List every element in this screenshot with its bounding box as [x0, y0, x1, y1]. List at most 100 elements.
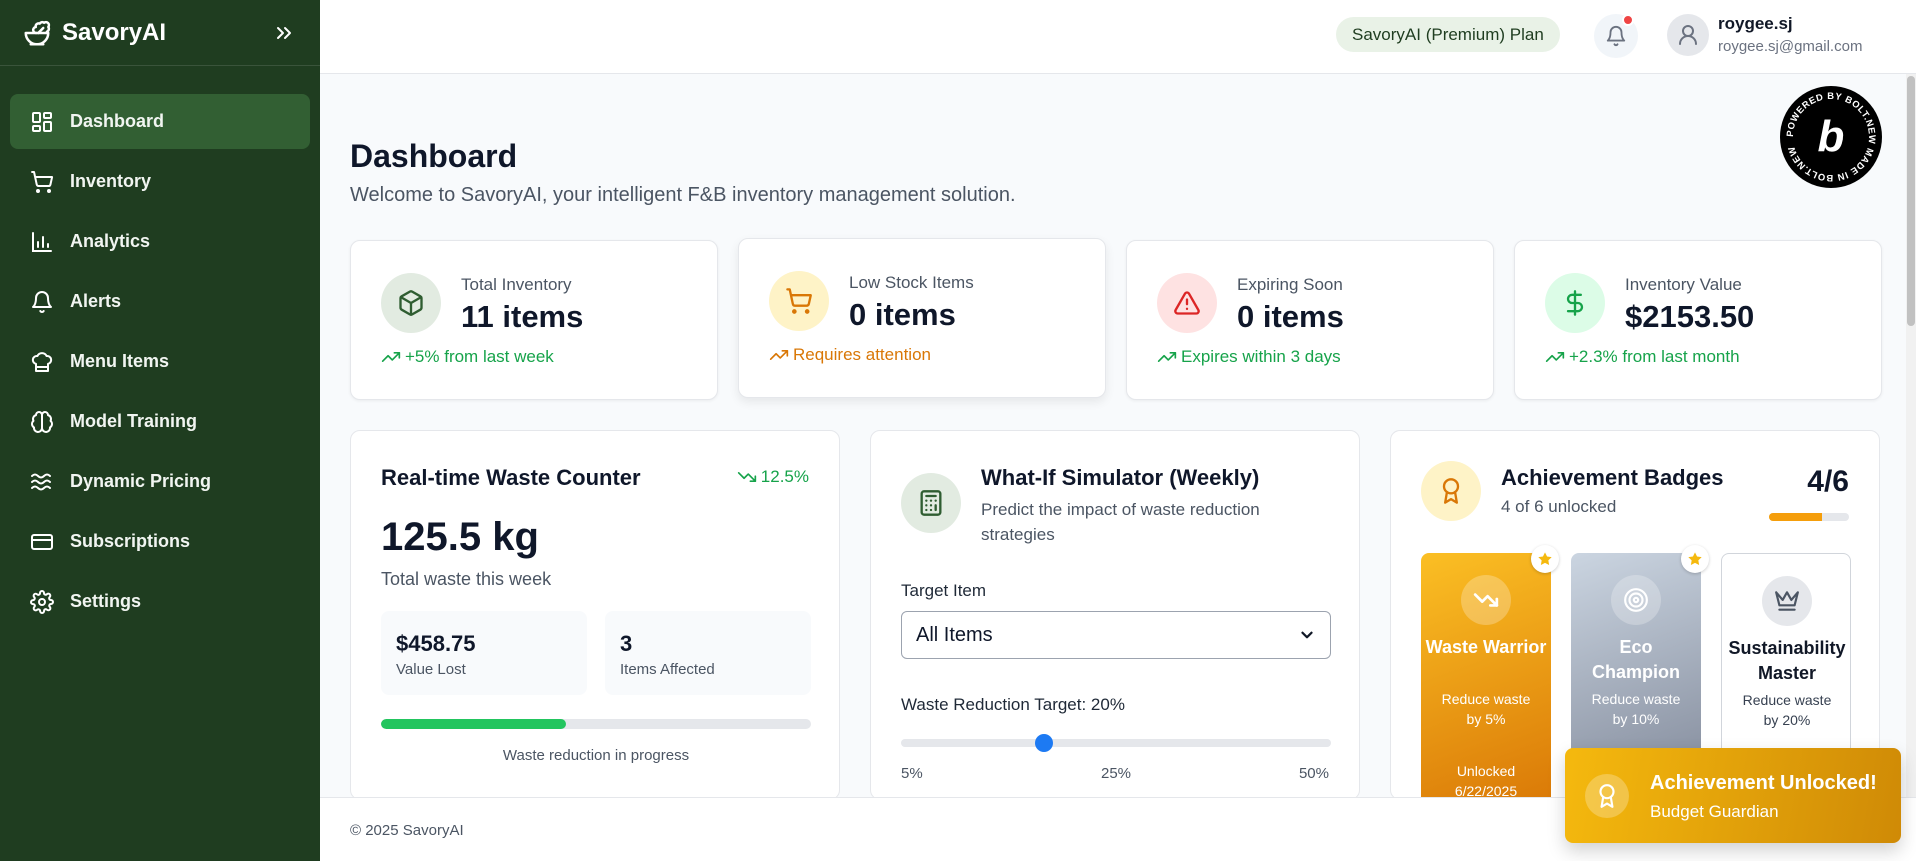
trend-up-icon	[769, 350, 789, 360]
page-subtitle: Welcome to SavoryAI, your intelligent F&…	[350, 184, 1016, 206]
waste-total-label: Total waste this week	[381, 569, 552, 589]
items-affected-box: 3 Items Affected	[605, 611, 811, 695]
waste-counter-panel: Real-time Waste Counter 12.5% 125.5 kg T…	[350, 430, 840, 797]
stat-icon-wrap	[381, 273, 441, 333]
sidebar-item-label: Alerts	[70, 291, 122, 311]
waste-trend: 12.5%	[737, 467, 809, 487]
sidebar-item-menu-items[interactable]: Menu Items	[10, 334, 310, 389]
sidebar-item-alerts[interactable]: Alerts	[10, 274, 310, 329]
main-content: POWERED BY BOLT.NEW MADE IN BOLT.NEW b D…	[320, 74, 1916, 797]
toast-icon-wrap	[1585, 774, 1629, 818]
value-lost-label: Value Lost	[396, 661, 466, 678]
dashboard-icon	[32, 111, 52, 132]
stat-icon-wrap	[769, 271, 829, 331]
achievements-progress-fill	[1769, 513, 1823, 521]
bolt-logo: POWERED BY BOLT.NEW MADE IN BOLT.NEW b	[1784, 90, 1878, 184]
sidebar-item-label: Menu Items	[70, 351, 170, 371]
user-icon	[1679, 25, 1697, 45]
sidebar-item-model-training[interactable]: Model Training	[10, 394, 310, 449]
sidebar-item-settings[interactable]: Settings	[10, 574, 310, 629]
sidebar-item-dashboard[interactable]: Dashboard	[10, 94, 310, 149]
waves-icon	[31, 473, 51, 490]
badge-date: Unlocked 6/22/2025	[1425, 761, 1547, 797]
bolt-badge-letter: b	[1818, 112, 1845, 161]
main-scrollbar[interactable]	[1906, 74, 1916, 797]
waste-trend-value: 12.5%	[760, 467, 809, 486]
sidebar-item-analytics[interactable]: Analytics	[10, 214, 310, 269]
sidebar-item-inventory[interactable]: Inventory	[10, 154, 310, 209]
brand-name: SavoryAI	[62, 18, 167, 46]
stat-card-expiring-soon: Expiring Soon 0 items Expires within 3 d…	[1126, 240, 1494, 400]
notifications-button[interactable]	[1594, 14, 1638, 58]
badge-emblem	[1461, 575, 1511, 625]
slider-tick-max: 50%	[1298, 765, 1329, 782]
sidebar: SavoryAI Dashboard Inventory Analytics A…	[0, 0, 320, 861]
badge-name: Sustainability Master	[1728, 638, 1846, 683]
items-affected-label: Items Affected	[620, 661, 715, 678]
target-item-label: Target Item	[901, 581, 987, 600]
stat-card-total-inventory: Total Inventory 11 items +5% from last w…	[350, 240, 718, 400]
user-email: roygee.sj@gmail.com	[1718, 38, 1863, 55]
trend-up-icon	[1545, 352, 1565, 362]
footer-copyright: © 2025 SavoryAI	[350, 822, 464, 839]
bell-icon	[1606, 26, 1626, 47]
slider-thumb[interactable]	[1035, 734, 1054, 752]
simulator-subtitle: Predict the impact of waste reduction st…	[981, 500, 1260, 544]
stat-label: Inventory Value	[1625, 275, 1742, 294]
avatar[interactable]	[1667, 14, 1709, 56]
sidebar-item-dynamic-pricing[interactable]: Dynamic Pricing	[10, 454, 310, 509]
badge-date-label: Unlocked	[1456, 763, 1516, 779]
slider-tick-min: 5%	[901, 765, 923, 782]
credit-card-icon	[31, 533, 53, 550]
waste-progress-fill	[381, 719, 566, 729]
value-lost-box: $458.75 Value Lost	[381, 611, 587, 695]
star-icon	[1531, 545, 1559, 573]
badge-desc: Reduce waste by 20%	[1742, 692, 1832, 728]
stat-card-inventory-value: Inventory Value $2153.50 +2.3% from last…	[1514, 240, 1882, 400]
simulator-title: What-If Simulator (Weekly)	[981, 465, 1260, 490]
award-icon	[1599, 784, 1615, 808]
simulator-icon-wrap	[901, 473, 961, 533]
waste-reduction-slider[interactable]	[901, 734, 1331, 752]
sidebar-item-subscriptions[interactable]: Subscriptions	[10, 514, 310, 569]
cart-icon	[786, 288, 812, 314]
trend-down-icon	[737, 472, 756, 482]
stat-trend-text: +5% from last week	[405, 347, 554, 366]
collapse-sidebar-button[interactable]	[270, 19, 298, 47]
crown-icon	[1775, 591, 1799, 611]
waste-reduction-label: Waste Reduction Target: 20%	[901, 695, 1125, 714]
badge-desc: Reduce waste by 5%	[1441, 691, 1531, 727]
star-icon	[1681, 545, 1709, 573]
achievements-title: Achievement Badges	[1501, 465, 1724, 490]
stat-card-low-stock: Low Stock Items 0 items Requires attenti…	[738, 238, 1106, 398]
sidebar-nav: Dashboard Inventory Analytics Alerts Men…	[0, 66, 320, 629]
achievement-badges-panel: Achievement Badges 4 of 6 unlocked 4/6 W…	[1390, 430, 1880, 797]
top-header: SavoryAI (Premium) Plan roygee.sj roygee…	[320, 0, 1916, 74]
badge-waste-warrior[interactable]: Waste Warrior Reduce waste by 5% Unlocke…	[1421, 545, 1559, 797]
gear-icon	[30, 589, 54, 614]
bar-chart-icon	[32, 231, 52, 252]
toast-title: Achievement Unlocked!	[1650, 772, 1877, 794]
target-item-select[interactable]: All Items	[901, 611, 1331, 659]
waste-counter-title: Real-time Waste Counter	[381, 465, 641, 490]
stat-label: Expiring Soon	[1237, 275, 1343, 294]
achievement-toast[interactable]: Achievement Unlocked! Budget Guardian	[1565, 748, 1901, 843]
chef-hat-icon	[31, 351, 53, 372]
plan-badge[interactable]: SavoryAI (Premium) Plan	[1336, 17, 1560, 52]
badge-name: Waste Warrior	[1425, 637, 1547, 657]
slider-tick-mid: 25%	[1101, 765, 1132, 782]
stat-value: 11 items	[461, 299, 584, 334]
stat-label: Low Stock Items	[849, 273, 974, 292]
scrollbar-thumb[interactable]	[1907, 76, 1915, 326]
award-icon	[1442, 478, 1460, 504]
chevrons-right-icon	[277, 26, 291, 39]
sidebar-item-label: Settings	[70, 591, 142, 611]
waste-progress-caption: Waste reduction in progress	[502, 747, 690, 764]
badge-emblem	[1611, 575, 1661, 625]
stat-label: Total Inventory	[461, 275, 572, 294]
badge-desc: Reduce waste by 10%	[1591, 691, 1681, 727]
badge-name: Eco Champion	[1592, 637, 1680, 682]
stat-value: 0 items	[849, 297, 956, 332]
bolt-badge[interactable]: POWERED BY BOLT.NEW MADE IN BOLT.NEW b	[1780, 86, 1882, 188]
stat-icon-wrap	[1545, 273, 1605, 333]
